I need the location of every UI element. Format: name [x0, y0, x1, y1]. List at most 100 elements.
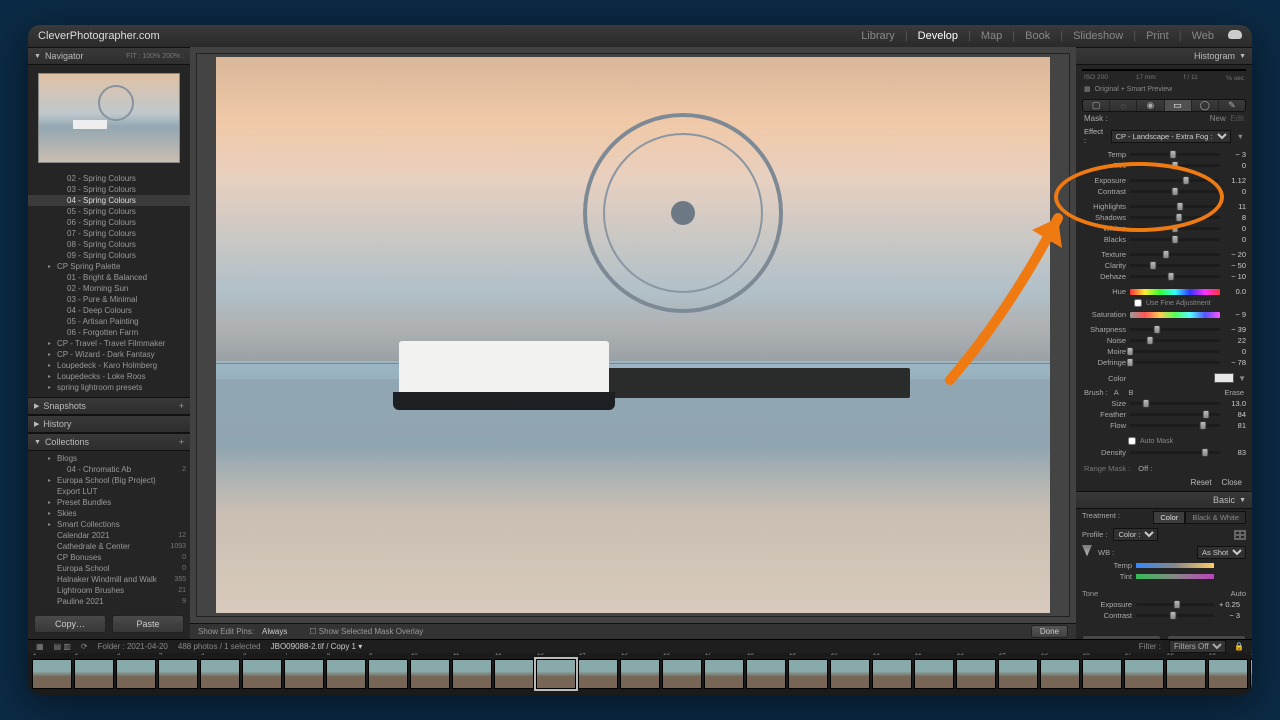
tree-item[interactable]: ▸Europa School (Big Project) — [28, 475, 190, 486]
filmstrip-thumb[interactable]: 2 — [74, 659, 114, 689]
filmstrip-thumb[interactable]: 15 — [620, 659, 660, 689]
navigator-thumbnail[interactable] — [38, 73, 180, 163]
tree-item[interactable]: 03 - Pure & Minimal — [28, 294, 190, 305]
slider-exposure[interactable]: Exposure1.12 — [1082, 175, 1246, 186]
filmstrip-thumb[interactable]: 14 — [578, 659, 618, 689]
tree-item[interactable]: Pauline 20219 — [28, 596, 190, 607]
tree-item[interactable]: Lightroom Brushes21 — [28, 585, 190, 596]
histogram-header[interactable]: Histogram▼ — [1076, 47, 1252, 65]
slider-moire[interactable]: Moire0 — [1082, 346, 1246, 357]
filmstrip-thumb[interactable]: 23 — [956, 659, 996, 689]
tool-eye[interactable]: ◉ — [1137, 100, 1164, 111]
slider-hue[interactable]: Hue0.0 — [1082, 286, 1246, 297]
tree-item[interactable]: ▸Smart Collections — [28, 519, 190, 530]
slider-feather[interactable]: Feather84 — [1082, 409, 1246, 420]
slider-clarity[interactable]: Clarity− 50 — [1082, 260, 1246, 271]
add-icon[interactable]: + — [179, 437, 184, 447]
range-mask-row[interactable]: Range Mask :Off : — [1076, 462, 1252, 475]
filter-select[interactable]: Filters Off — [1169, 640, 1226, 653]
slider-saturation[interactable]: Saturation− 9 — [1082, 309, 1246, 320]
slider-flow[interactable]: Flow81 — [1082, 420, 1246, 431]
color-swatch[interactable] — [1214, 373, 1234, 383]
tree-item[interactable]: ▸spring lightroom presets — [28, 382, 190, 393]
tree-item[interactable]: 08 - Spring Colours — [28, 239, 190, 250]
tree-item[interactable]: 06 - Spring Colours — [28, 217, 190, 228]
slider-size[interactable]: Size13.0 — [1082, 398, 1246, 409]
done-button[interactable]: Done — [1031, 625, 1068, 638]
slider-sharpness[interactable]: Sharpness− 39 — [1082, 324, 1246, 335]
filmstrip-thumb[interactable]: 16 — [662, 659, 702, 689]
basic-header[interactable]: Basic▼ — [1076, 491, 1252, 509]
navigator-header[interactable]: ▼ Navigator FIT : 100% 200% : — [28, 47, 190, 65]
filmstrip-thumb[interactable]: 10 — [410, 659, 450, 689]
tree-item[interactable]: Cathedrale & Center1093 — [28, 541, 190, 552]
wb-select[interactable]: As Shot — [1197, 546, 1246, 559]
slider-density[interactable]: Density83 — [1082, 447, 1246, 458]
snapshots-header[interactable]: ▶Snapshots+ — [28, 397, 190, 415]
filmstrip-thumb[interactable]: 12 — [494, 659, 534, 689]
slider-texture[interactable]: Texture− 20 — [1082, 249, 1246, 260]
tool-brush[interactable]: ✎ — [1219, 100, 1245, 111]
tree-item[interactable]: 02 - Spring Colours — [28, 173, 190, 184]
tree-item[interactable]: Export LUT — [28, 486, 190, 497]
tree-item[interactable]: 02 - Morning Sun — [28, 283, 190, 294]
mask-new[interactable]: New — [1210, 114, 1226, 123]
filmstrip-thumb[interactable]: 7 — [284, 659, 324, 689]
tree-item[interactable]: 04 - Chromatic Ab2 — [28, 464, 190, 475]
filmstrip-thumb[interactable]: 29 — [1208, 659, 1248, 689]
filmstrip-thumb[interactable]: 28 — [1166, 659, 1206, 689]
tree-item[interactable]: ▸Skies — [28, 508, 190, 519]
filmstrip-thumb[interactable]: 9 — [368, 659, 408, 689]
slider-shadows[interactable]: Shadows8 — [1082, 212, 1246, 223]
slider-highlights[interactable]: Highlights11 — [1082, 201, 1246, 212]
image-canvas[interactable] — [196, 53, 1070, 617]
profile-browser-icon[interactable] — [1234, 530, 1246, 540]
filmstrip-thumb[interactable]: 24 — [998, 659, 1038, 689]
filmstrip-thumb[interactable]: 4 — [158, 659, 198, 689]
filmstrip-thumb[interactable]: 18 — [746, 659, 786, 689]
tree-item[interactable]: Calendar 202112 — [28, 530, 190, 541]
filmstrip-thumb[interactable]: 13 — [536, 659, 576, 689]
module-book[interactable]: Book — [1025, 30, 1050, 42]
add-icon[interactable]: + — [179, 401, 184, 411]
slider-blacks[interactable]: Blacks0 — [1082, 234, 1246, 245]
filmstrip-thumb[interactable]: 21 — [872, 659, 912, 689]
filmstrip-thumb[interactable]: 3 — [116, 659, 156, 689]
tree-item[interactable]: ▸Preset Bundles — [28, 497, 190, 508]
preview-type[interactable]: ▦ Original + Smart Preview — [1076, 83, 1252, 95]
tree-item[interactable]: ▸Loupedeck - Karo Holmberg — [28, 360, 190, 371]
profile-select[interactable]: Color : — [1113, 528, 1158, 541]
paste-button[interactable]: Paste — [112, 615, 184, 633]
brush-erase[interactable]: Erase — [1224, 388, 1244, 397]
slider-exposure[interactable]: Exposure+ 0.25 — [1088, 599, 1240, 610]
filmstrip-thumb[interactable]: 6 — [242, 659, 282, 689]
tool-spot[interactable]: ◌ — [1110, 100, 1137, 111]
status-file[interactable]: JBO09088-2.tif / Copy 1 ▾ — [271, 642, 363, 651]
slider-defringe[interactable]: Defringe− 78 — [1082, 357, 1246, 368]
tree-item[interactable]: 05 - Artisan Painting — [28, 316, 190, 327]
filmstrip-thumb[interactable]: 20 — [830, 659, 870, 689]
tree-item[interactable]: 05 - Spring Colours — [28, 206, 190, 217]
filmstrip-thumb[interactable]: 11 — [452, 659, 492, 689]
automask-checkbox[interactable] — [1128, 437, 1136, 445]
slider-noise[interactable]: Noise22 — [1082, 335, 1246, 346]
tree-item[interactable]: 04 - Spring Colours — [28, 195, 190, 206]
module-web[interactable]: Web — [1192, 30, 1214, 42]
tree-item[interactable]: ▸CP Spring Palette — [28, 261, 190, 272]
filmstrip-thumb[interactable]: 17 — [704, 659, 744, 689]
tree-item[interactable]: 04 - Deep Colours — [28, 305, 190, 316]
tool-grad[interactable]: ▭ — [1165, 100, 1192, 111]
brush-ab[interactable]: A B — [1114, 388, 1138, 397]
slider-contrast[interactable]: Contrast− 3 — [1088, 610, 1240, 621]
tree-item[interactable]: 03 - Spring Colours — [28, 184, 190, 195]
copy-button[interactable]: Copy… — [34, 615, 106, 633]
treatment-bw[interactable]: Black & White — [1185, 511, 1246, 524]
filmstrip-thumb[interactable]: 22 — [914, 659, 954, 689]
mask-edit[interactable]: Edit — [1230, 114, 1244, 123]
module-library[interactable]: Library — [861, 30, 895, 42]
slider-contrast[interactable]: Contrast0 — [1082, 186, 1246, 197]
histogram[interactable] — [1082, 69, 1246, 71]
tree-item[interactable]: ▸CP - Travel - Travel Filmmaker — [28, 338, 190, 349]
navigator-zoom[interactable]: FIT : 100% 200% : — [126, 53, 184, 60]
filter-lock-icon[interactable]: 🔒 — [1234, 642, 1244, 651]
